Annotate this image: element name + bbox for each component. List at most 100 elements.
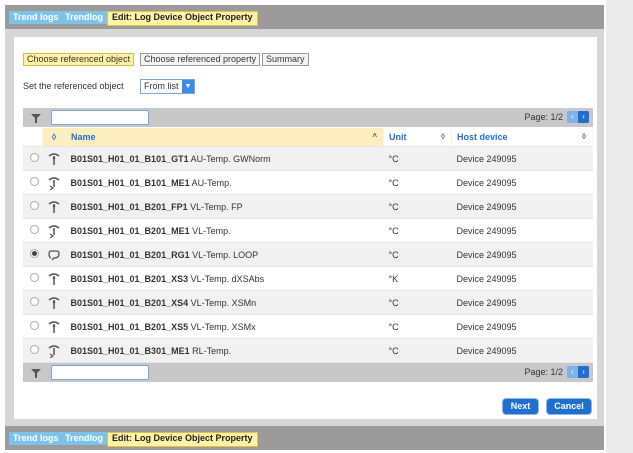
object-name: B01S01_H01_01_B301_ME1 (70, 345, 190, 356)
breadcrumb-current: Edit: Log Device Object Property (107, 432, 258, 447)
radio-button[interactable] (30, 153, 39, 162)
row-select[interactable] (23, 290, 43, 315)
cancel-button[interactable]: Cancel (547, 399, 591, 414)
row-unit: °C (383, 290, 452, 315)
header-host-label: Host device (457, 132, 508, 142)
header-name-label: Name (71, 132, 96, 142)
step-choose-property[interactable]: Choose referenced property (140, 53, 261, 66)
breadcrumb-trend-logs[interactable]: Trend logs (9, 11, 63, 24)
row-unit: °C (383, 242, 452, 267)
table-row[interactable]: B01S01_H01_01_B201_RG1 VL-Temp. LOOP °C De… (23, 242, 593, 267)
row-unit: °C (383, 194, 452, 219)
prev-page-icon[interactable]: ‹ (567, 111, 578, 123)
row-unit: °C (383, 338, 452, 363)
row-type (42, 218, 66, 243)
object-description: VL-Temp. dXSAbs (190, 273, 265, 284)
row-type (42, 146, 66, 171)
trend-icon (47, 200, 61, 213)
trend-icon (47, 152, 61, 165)
page-indicator: Page: 1/2 (524, 367, 563, 377)
filter-icon[interactable] (30, 367, 42, 379)
table-row[interactable]: B01S01_H01_01_B201_XS4 VL-Temp. XSMn °C De… (23, 290, 593, 315)
row-host: Device 249095 (451, 170, 593, 195)
radio-button[interactable] (30, 225, 39, 234)
row-host: Device 249095 (451, 338, 593, 363)
table-row[interactable]: B01S01_H01_01_B201_FP1 VL-Temp. FP °C Devi… (23, 194, 593, 219)
row-name: B01S01_H01_01_B201_ME1 VL-Temp. (65, 218, 384, 243)
radio-button[interactable] (30, 321, 39, 330)
table-row[interactable]: B01S01_H01_01_B201_XS3 VL-Temp. dXSAbs °K… (23, 266, 593, 291)
object-description: VL-Temp. (192, 225, 231, 236)
table-row[interactable]: B01S01_H01_01_B201_XS5 VL-Temp. XSMx °C De… (23, 314, 593, 339)
row-host: Device 249095 (451, 266, 593, 291)
row-type (42, 314, 66, 339)
prev-page-icon[interactable]: ‹ (567, 366, 578, 378)
breadcrumb-trend-logs[interactable]: Trend logs (9, 432, 63, 445)
referenced-object-select[interactable]: From list ▼ (140, 79, 195, 94)
table-toolbar-bottom: Page: 1/2 ‹ › (23, 363, 593, 382)
row-unit: °K (383, 266, 452, 291)
row-select[interactable] (23, 338, 43, 363)
table-header-row: ◊ Name ^ Unit ◊ Host device ◊ (23, 128, 593, 147)
row-select[interactable] (23, 266, 43, 291)
header-type[interactable]: ◊ (42, 128, 66, 147)
row-name: B01S01_H01_01_B301_ME1 RL-Temp. (65, 338, 384, 363)
table-row[interactable]: B01S01_H01_01_B301_ME1 RL-Temp. °C Device … (23, 338, 593, 363)
row-select[interactable] (23, 170, 43, 195)
filter-input[interactable] (51, 365, 149, 380)
row-type (42, 194, 66, 219)
next-page-icon[interactable]: › (578, 366, 589, 378)
scrollbar-track[interactable] (606, 0, 633, 453)
filter-icon[interactable] (30, 112, 42, 124)
header-host[interactable]: Host device ◊ (451, 128, 593, 147)
row-type (42, 170, 66, 195)
trend-icon (47, 320, 61, 333)
select-value: From list (144, 81, 179, 91)
row-host: Device 249095 (451, 146, 593, 171)
page-nav: ‹ › (567, 111, 589, 123)
object-name: B01S01_H01_01_B201_RG1 (70, 249, 190, 260)
sort-asc-icon: ^ (372, 132, 377, 141)
row-host: Device 249095 (451, 242, 593, 267)
loop-icon (47, 249, 61, 260)
breadcrumb-bottom: Trend logs Trendlog Edit: Log Device Obj… (5, 426, 604, 450)
object-name: B01S01_H01_01_B201_XS3 (70, 273, 189, 284)
row-select[interactable] (23, 242, 43, 267)
radio-button[interactable] (30, 273, 39, 282)
radio-button[interactable] (30, 249, 39, 258)
table-row[interactable]: B01S01_H01_01_B201_ME1 VL-Temp. °C Device … (23, 218, 593, 243)
row-select[interactable] (23, 218, 43, 243)
header-name[interactable]: Name ^ (65, 128, 384, 147)
object-name: B01S01_H01_01_B201_XS4 (70, 297, 189, 308)
table-toolbar-top: Page: 1/2 ‹ › (23, 108, 593, 127)
radio-button[interactable] (30, 201, 39, 210)
sort-icon: ◊ (582, 132, 586, 141)
step-choose-object[interactable]: Choose referenced object (23, 53, 135, 66)
row-type (42, 242, 66, 267)
step-summary[interactable]: Summary (262, 53, 309, 66)
sort-icon: ◊ (441, 132, 445, 141)
table-row[interactable]: B01S01_H01_01_B101_GT1 AU-Temp. GWNorm °C… (23, 146, 593, 171)
next-page-icon[interactable]: › (578, 111, 589, 123)
object-description: VL-Temp. FP (190, 201, 243, 212)
radio-button[interactable] (30, 177, 39, 186)
window: Trend logs Trendlog Edit: Log Device Obj… (5, 5, 604, 450)
breadcrumb-trendlog[interactable]: Trendlog (61, 11, 107, 24)
breadcrumb-trendlog[interactable]: Trendlog (61, 432, 107, 445)
radio-button[interactable] (30, 345, 39, 354)
radio-button[interactable] (30, 297, 39, 306)
filter-input[interactable] (51, 110, 149, 125)
table-row[interactable]: B01S01_H01_01_B101_ME1 AU-Temp. °C Device … (23, 170, 593, 195)
row-select[interactable] (23, 194, 43, 219)
row-host: Device 249095 (451, 290, 593, 315)
row-host: Device 249095 (451, 218, 593, 243)
object-description: AU-Temp. (191, 177, 232, 188)
page-nav: ‹ › (567, 366, 589, 378)
row-name: B01S01_H01_01_B201_XS5 VL-Temp. XSMx (65, 314, 384, 339)
header-unit[interactable]: Unit ◊ (383, 128, 452, 147)
page-indicator: Page: 1/2 (524, 112, 563, 122)
row-select[interactable] (23, 314, 43, 339)
set-referenced-label: Set the referenced object (23, 81, 124, 91)
next-button[interactable]: Next (503, 399, 538, 414)
row-select[interactable] (23, 146, 43, 171)
